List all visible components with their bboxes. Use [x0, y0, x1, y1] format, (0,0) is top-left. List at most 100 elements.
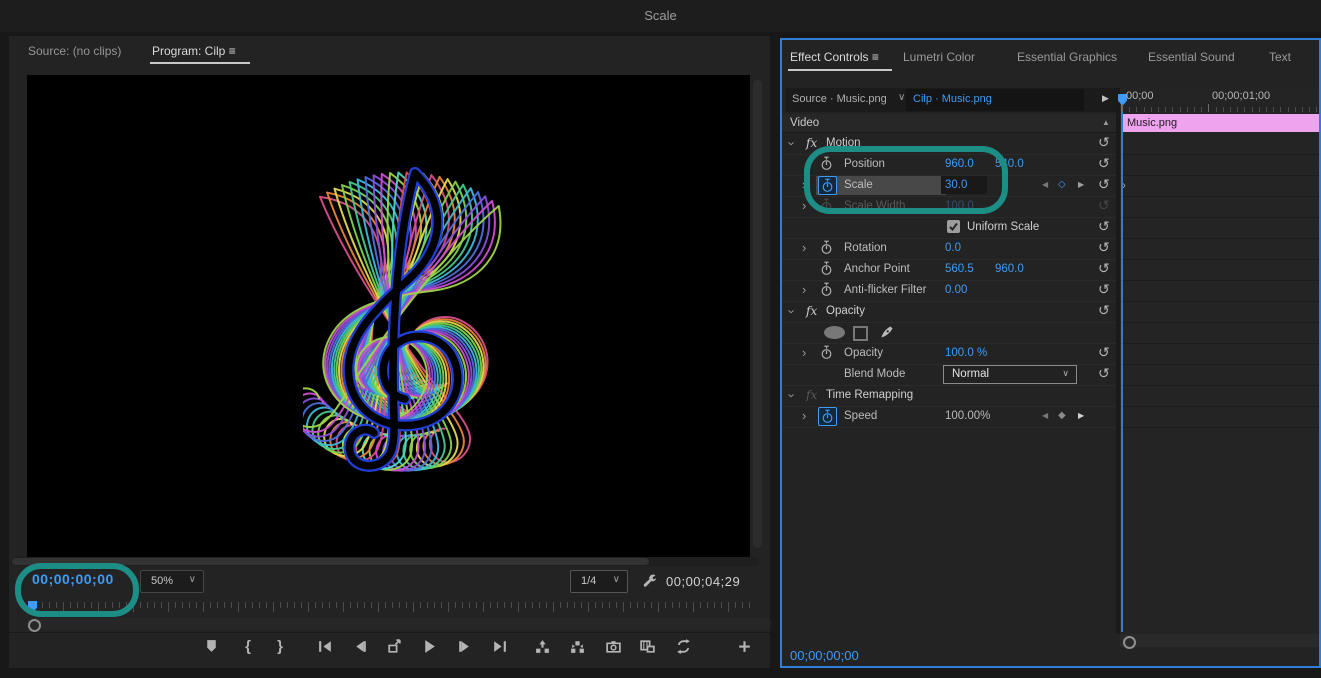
stopwatch-toggle[interactable]: [820, 240, 833, 260]
effects-tab-lumetri-color[interactable]: Lumetri Color: [903, 50, 975, 64]
mark-in-button[interactable]: {: [236, 634, 260, 658]
add-keyframe-icon[interactable]: ◆: [1058, 410, 1066, 421]
panel-menu-icon[interactable]: ≡: [868, 50, 878, 64]
stopwatch-toggle[interactable]: [820, 156, 833, 176]
pen-mask-button[interactable]: [879, 324, 895, 345]
stopwatch-icon[interactable]: [820, 156, 833, 171]
lift-button[interactable]: [382, 634, 406, 658]
prev-keyframe-icon[interactable]: ◀: [1042, 180, 1048, 189]
expand-chevron-icon[interactable]: ›: [802, 241, 806, 254]
param-value[interactable]: 30.0: [945, 179, 967, 191]
effect-row-rotation[interactable]: ›Rotation0.0↺: [782, 238, 1116, 260]
effect-row-scale-width[interactable]: ›Scale Width100.0↺: [782, 196, 1116, 218]
param-value[interactable]: 100.0 %: [945, 347, 987, 359]
timeline-clip-selector[interactable]: Cilp · Music.png: [906, 89, 1084, 111]
effect-row-time-remapping[interactable]: ›fxTime Remapping: [782, 385, 1116, 407]
ellipse-mask-button[interactable]: [824, 326, 845, 339]
expand-chevron-icon[interactable]: ›: [802, 409, 806, 422]
effect-row-anchor-point[interactable]: Anchor Point560.5960.0↺: [782, 259, 1116, 281]
stopwatch-toggle[interactable]: [820, 261, 833, 281]
monitor-tab-source[interactable]: Source: (no clips): [28, 44, 121, 58]
zoom-level-dropdown[interactable]: 50% ∨: [140, 570, 204, 593]
stopwatch-icon[interactable]: [820, 261, 833, 276]
blend-mode-dropdown[interactable]: Normal∨: [943, 365, 1077, 384]
param-value[interactable]: 0.00: [945, 284, 967, 296]
reset-parameter-button[interactable]: ↺: [1098, 219, 1110, 233]
add-marker-button[interactable]: [199, 634, 223, 658]
reset-parameter-button[interactable]: ↺: [1098, 303, 1110, 317]
expand-chevron-icon[interactable]: ›: [802, 178, 806, 191]
stopwatch-icon[interactable]: [821, 409, 834, 424]
effect-row-speed[interactable]: ›Speed100.00%◀◆▶: [782, 406, 1116, 428]
stopwatch-toggle[interactable]: [818, 407, 837, 426]
stopwatch-toggle[interactable]: [820, 345, 833, 365]
go-to-in-button[interactable]: [313, 634, 337, 658]
expand-chevron-icon[interactable]: ›: [786, 393, 799, 397]
stopwatch-icon[interactable]: [821, 178, 834, 193]
stopwatch-icon[interactable]: [820, 282, 833, 297]
param-value[interactable]: 960.0: [945, 158, 974, 170]
effect-row-position[interactable]: Position960.0540.0↺: [782, 154, 1116, 176]
zoom-scroll-handle[interactable]: [1123, 636, 1136, 649]
reset-parameter-button[interactable]: ↺: [1098, 135, 1110, 149]
zoom-scroll-handle[interactable]: [28, 619, 41, 632]
expand-chevron-icon[interactable]: ›: [802, 283, 806, 296]
settings-wrench-button[interactable]: [641, 573, 658, 595]
monitor-tab-program[interactable]: Program: Cilp ≡: [152, 44, 236, 58]
reset-parameter-button[interactable]: ↺: [1098, 345, 1110, 359]
reset-parameter-button[interactable]: ↺: [1098, 177, 1110, 191]
uniform-scale-checkbox[interactable]: [947, 220, 960, 238]
extract-button[interactable]: [530, 634, 554, 658]
reset-parameter-button[interactable]: ↺: [1098, 261, 1110, 275]
video-hscroll-track[interactable]: [11, 557, 759, 566]
expand-chevron-icon[interactable]: ›: [786, 309, 799, 313]
effects-tab-essential-sound[interactable]: Essential Sound: [1148, 50, 1235, 64]
stopwatch-toggle[interactable]: [820, 282, 833, 302]
prev-keyframe-icon[interactable]: ◀: [1042, 411, 1048, 420]
program-timecode[interactable]: 00;00;00;00: [32, 571, 114, 587]
next-keyframe-icon[interactable]: ▶: [1078, 180, 1084, 189]
stopwatch-icon[interactable]: [820, 345, 833, 360]
effect-row-blend-mode[interactable]: Blend ModeNormal∨↺: [782, 364, 1116, 386]
effects-timecode[interactable]: 00;00;00;00: [790, 648, 859, 663]
reset-parameter-button[interactable]: ↺: [1098, 366, 1110, 380]
stopwatch-icon[interactable]: [820, 198, 833, 213]
effect-row-opacity[interactable]: ›fxOpacity↺: [782, 301, 1116, 323]
effect-row-shapes[interactable]: [782, 322, 1116, 344]
effect-row-opacity[interactable]: ›Opacity100.0 %↺: [782, 343, 1116, 365]
step-forward-button[interactable]: [452, 634, 476, 658]
stopwatch-toggle[interactable]: [818, 176, 837, 195]
panel-menu-icon[interactable]: ≡: [225, 44, 235, 58]
playback-resolution-dropdown[interactable]: 1/4 ∨: [570, 570, 628, 593]
keyframe-lane-arrow-icon[interactable]: ›: [1122, 178, 1126, 192]
param-value[interactable]: 100.0: [945, 200, 974, 212]
effects-tab-effect-controls[interactable]: Effect Controls ≡: [790, 50, 879, 64]
play-button[interactable]: [417, 634, 441, 658]
collapse-triangle-icon[interactable]: ▲: [1102, 118, 1110, 127]
expand-chevron-icon[interactable]: ›: [786, 141, 799, 145]
next-keyframe-icon[interactable]: ▶: [1078, 411, 1084, 420]
effects-tab-text[interactable]: Text: [1269, 50, 1291, 64]
param-value[interactable]: 540.0: [995, 158, 1024, 170]
export-frame-button[interactable]: [601, 634, 625, 658]
stopwatch-toggle[interactable]: [820, 198, 833, 218]
monitor-playhead[interactable]: [28, 601, 37, 613]
reset-parameter-button[interactable]: ↺: [1098, 198, 1110, 212]
button-editor-button[interactable]: [732, 634, 756, 658]
effect-row-motion[interactable]: ›fxMotion↺: [782, 133, 1116, 155]
param-value[interactable]: 960.0: [995, 263, 1024, 275]
loop-button[interactable]: [671, 634, 695, 658]
effect-row-anti-flicker-filter[interactable]: ›Anti-flicker Filter0.00↺: [782, 280, 1116, 302]
param-value[interactable]: 0.0: [945, 242, 961, 254]
effects-tab-essential-graphics[interactable]: Essential Graphics: [1017, 50, 1117, 64]
video-section-header[interactable]: Video ▲: [782, 114, 1116, 133]
effects-playhead-line[interactable]: [1121, 95, 1123, 632]
effects-zoom-scrollbar[interactable]: [1120, 634, 1321, 647]
reset-parameter-button[interactable]: ↺: [1098, 240, 1110, 254]
chevron-down-icon[interactable]: ∨: [898, 92, 905, 103]
video-vscroll-thumb[interactable]: [753, 80, 762, 548]
rectangle-mask-button[interactable]: [853, 326, 868, 341]
step-back-button[interactable]: [348, 634, 372, 658]
go-to-out-button[interactable]: [487, 634, 511, 658]
comparison-view-button[interactable]: [635, 634, 659, 658]
